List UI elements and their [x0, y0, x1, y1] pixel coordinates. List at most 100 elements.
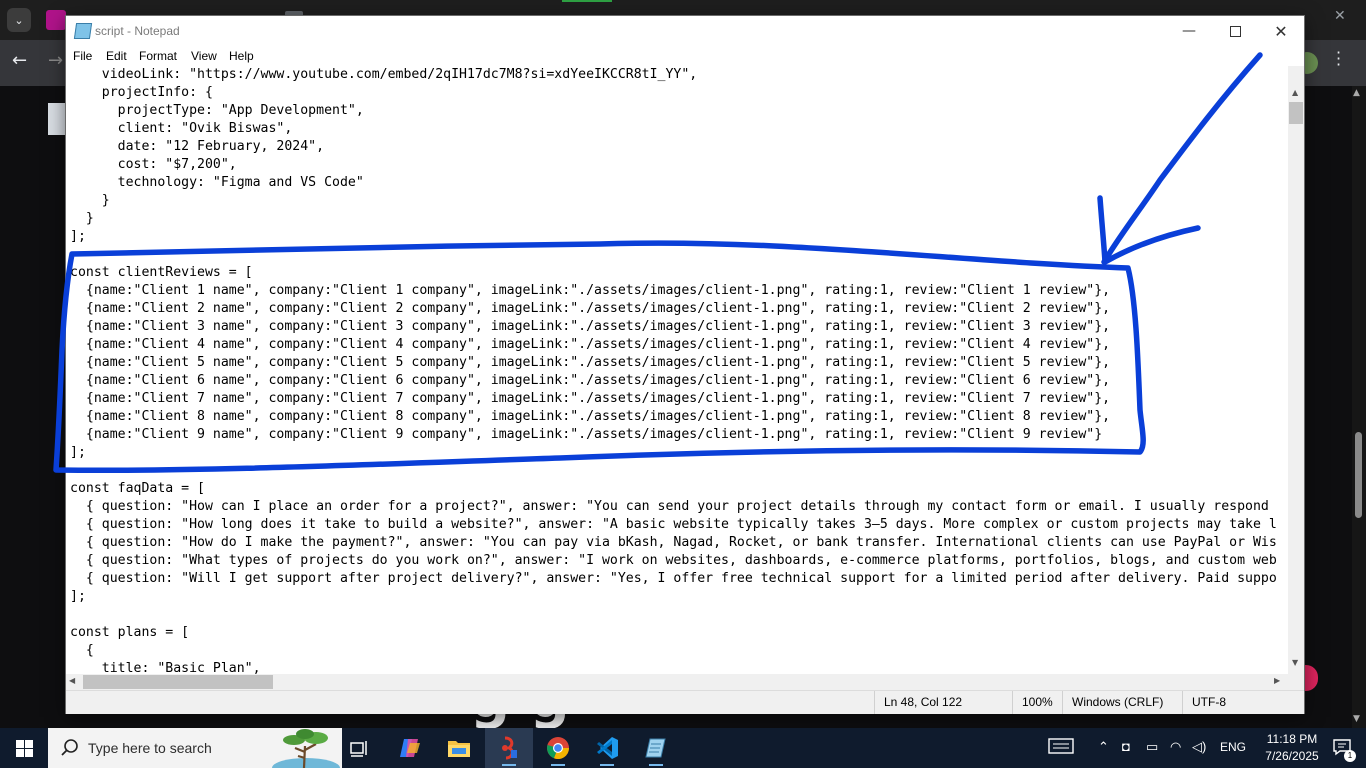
code-line: {name:"Client 7 name", company:"Client 7… — [70, 391, 1111, 406]
notepad-taskbar-button[interactable] — [632, 728, 680, 768]
app-button-active[interactable] — [485, 728, 533, 768]
code-line: {name:"Client 3 name", company:"Client 3… — [70, 319, 1111, 334]
maximize-button[interactable] — [1212, 16, 1258, 46]
code-line: ]; — [70, 445, 86, 460]
code-text: videoLink: "https://www.youtube.com/embe… — [70, 66, 1277, 674]
menu-bar: File Edit Format View Help — [66, 46, 1304, 66]
menu-help[interactable]: Help — [229, 49, 254, 63]
minimize-button[interactable]: — — [1166, 16, 1212, 46]
code-line: ]; — [70, 589, 86, 604]
taskbar-search-box[interactable]: Type here to search — [48, 728, 342, 768]
code-line: videoLink: "https://www.youtube.com/embe… — [70, 67, 698, 82]
notepad-icon — [73, 23, 93, 39]
code-line: {name:"Client 4 name", company:"Client 4… — [70, 337, 1111, 352]
camera-icon[interactable]: ◘ — [1122, 739, 1130, 754]
page-scrollbar[interactable] — [1352, 86, 1366, 728]
text-editor[interactable]: videoLink: "https://www.youtube.com/embe… — [66, 66, 1288, 674]
browser-forward-icon[interactable]: → — [48, 50, 63, 71]
scroll-up-icon[interactable]: ▲ — [1292, 88, 1298, 97]
code-line: ]; — [70, 229, 86, 244]
chrome-icon — [547, 737, 570, 760]
code-line: ​ — [70, 246, 1277, 264]
code-line: {name:"Client 1 name", company:"Client 1… — [70, 283, 1111, 298]
browser-back-icon[interactable]: ← — [12, 50, 27, 71]
code-line: const plans = [ — [70, 625, 190, 640]
cursor-position: Ln 48, Col 122 — [874, 691, 962, 714]
notepad-taskbar-icon — [645, 738, 666, 758]
code-line: { question: "How can I place an order fo… — [70, 499, 1269, 514]
touch-keyboard-icon — [1048, 738, 1074, 754]
copilot-button[interactable] — [386, 728, 434, 768]
vscode-icon — [597, 737, 618, 759]
code-line: } — [70, 211, 94, 226]
browser-close-icon[interactable]: ✕ — [1334, 8, 1346, 24]
code-line: const faqData = [ — [70, 481, 205, 496]
chrome-button[interactable] — [534, 728, 582, 768]
code-line: const clientReviews = [ — [70, 265, 253, 280]
browser-tab-indicator — [562, 0, 612, 2]
code-line: { — [70, 643, 94, 658]
battery-icon[interactable]: ▭ — [1146, 739, 1158, 755]
file-explorer-button[interactable] — [435, 728, 483, 768]
folder-icon — [448, 741, 470, 757]
status-bar: Ln 48, Col 122 100% Windows (CRLF) UTF-8 — [66, 690, 1304, 714]
search-placeholder: Type here to search — [88, 740, 212, 756]
language-indicator[interactable]: ENG — [1220, 740, 1246, 754]
code-line: { question: "How do I make the payment?"… — [70, 535, 1277, 550]
code-line: { question: "What types of projects do y… — [70, 553, 1277, 568]
notepad-window: script - Notepad — ✕ File Edit Format Vi… — [66, 16, 1304, 714]
keyboard-icon[interactable] — [1048, 737, 1074, 758]
browser-tab-favicon[interactable] — [46, 10, 66, 30]
system-tray: ⌃ ◘ ▭ ◠ ◁) ENG 11:18 PM 7/26/2025 1 — [1040, 728, 1366, 768]
notification-badge: 1 — [1344, 750, 1356, 762]
scroll-left-icon[interactable]: ◀ — [69, 676, 75, 685]
app-red-icon — [502, 736, 517, 760]
scroll-right-icon[interactable]: ▶ — [1274, 676, 1280, 685]
volume-icon[interactable]: ◁) — [1192, 739, 1206, 755]
code-line: projectInfo: { — [70, 85, 213, 100]
code-line: {name:"Client 6 name", company:"Client 6… — [70, 373, 1111, 388]
page-element — [48, 103, 68, 135]
vscode-button[interactable] — [583, 728, 631, 768]
maximize-icon — [1229, 25, 1241, 37]
taskbar: Type here to search ⌃ ◘ ▭ ◠ ◁) ENG 11:18… — [0, 728, 1366, 768]
start-button[interactable] — [0, 728, 48, 768]
windows-icon — [15, 739, 33, 757]
code-line: {name:"Client 2 name", company:"Client 2… — [70, 301, 1111, 316]
page-scroll-down-icon[interactable]: ▼ — [1353, 714, 1360, 724]
code-line: projectType: "App Development", — [70, 103, 364, 118]
code-line: cost: "$7,200", — [70, 157, 237, 172]
code-line: { question: "How long does it take to bu… — [70, 517, 1277, 532]
code-line: ​ — [70, 606, 1277, 624]
code-line: title: "Basic Plan", — [70, 661, 261, 674]
code-line: date: "12 February, 2024", — [70, 139, 325, 154]
code-line: client: "Ovik Biswas", — [70, 121, 293, 136]
scroll-down-icon[interactable]: ▼ — [1292, 658, 1298, 667]
task-view-icon — [350, 741, 367, 757]
code-line: ​ — [70, 462, 1277, 480]
menu-edit[interactable]: Edit — [106, 49, 127, 63]
menu-file[interactable]: File — [73, 49, 92, 63]
scroll-corner — [1288, 674, 1304, 690]
page-scroll-up-icon[interactable]: ▲ — [1353, 88, 1360, 98]
vertical-scrollbar[interactable] — [1288, 66, 1304, 674]
page-scroll-thumb[interactable] — [1355, 432, 1362, 518]
code-line: {name:"Client 8 name", company:"Client 8… — [70, 409, 1111, 424]
code-line: {name:"Client 5 name", company:"Client 5… — [70, 355, 1111, 370]
task-view-button[interactable] — [336, 728, 384, 768]
close-button[interactable]: ✕ — [1258, 16, 1304, 46]
clock-date[interactable]: 7/26/2025 — [1260, 749, 1324, 763]
menu-view[interactable]: View — [191, 49, 217, 63]
encoding: UTF-8 — [1182, 691, 1226, 714]
tab-search-button[interactable]: ⌄ — [7, 8, 31, 32]
clock-time[interactable]: 11:18 PM — [1260, 732, 1324, 746]
vertical-scroll-thumb[interactable] — [1289, 102, 1303, 124]
menu-format[interactable]: Format — [139, 49, 177, 63]
show-hidden-icons-icon[interactable]: ⌃ — [1098, 739, 1109, 755]
window-title: script - Notepad — [95, 24, 180, 38]
horizontal-scroll-thumb[interactable] — [83, 675, 273, 689]
code-line: { question: "Will I get support after pr… — [70, 571, 1277, 586]
title-bar[interactable]: script - Notepad — ✕ — [66, 16, 1304, 46]
wifi-icon[interactable]: ◠ — [1170, 739, 1181, 755]
browser-menu-icon[interactable]: · · · — [1336, 45, 1341, 73]
